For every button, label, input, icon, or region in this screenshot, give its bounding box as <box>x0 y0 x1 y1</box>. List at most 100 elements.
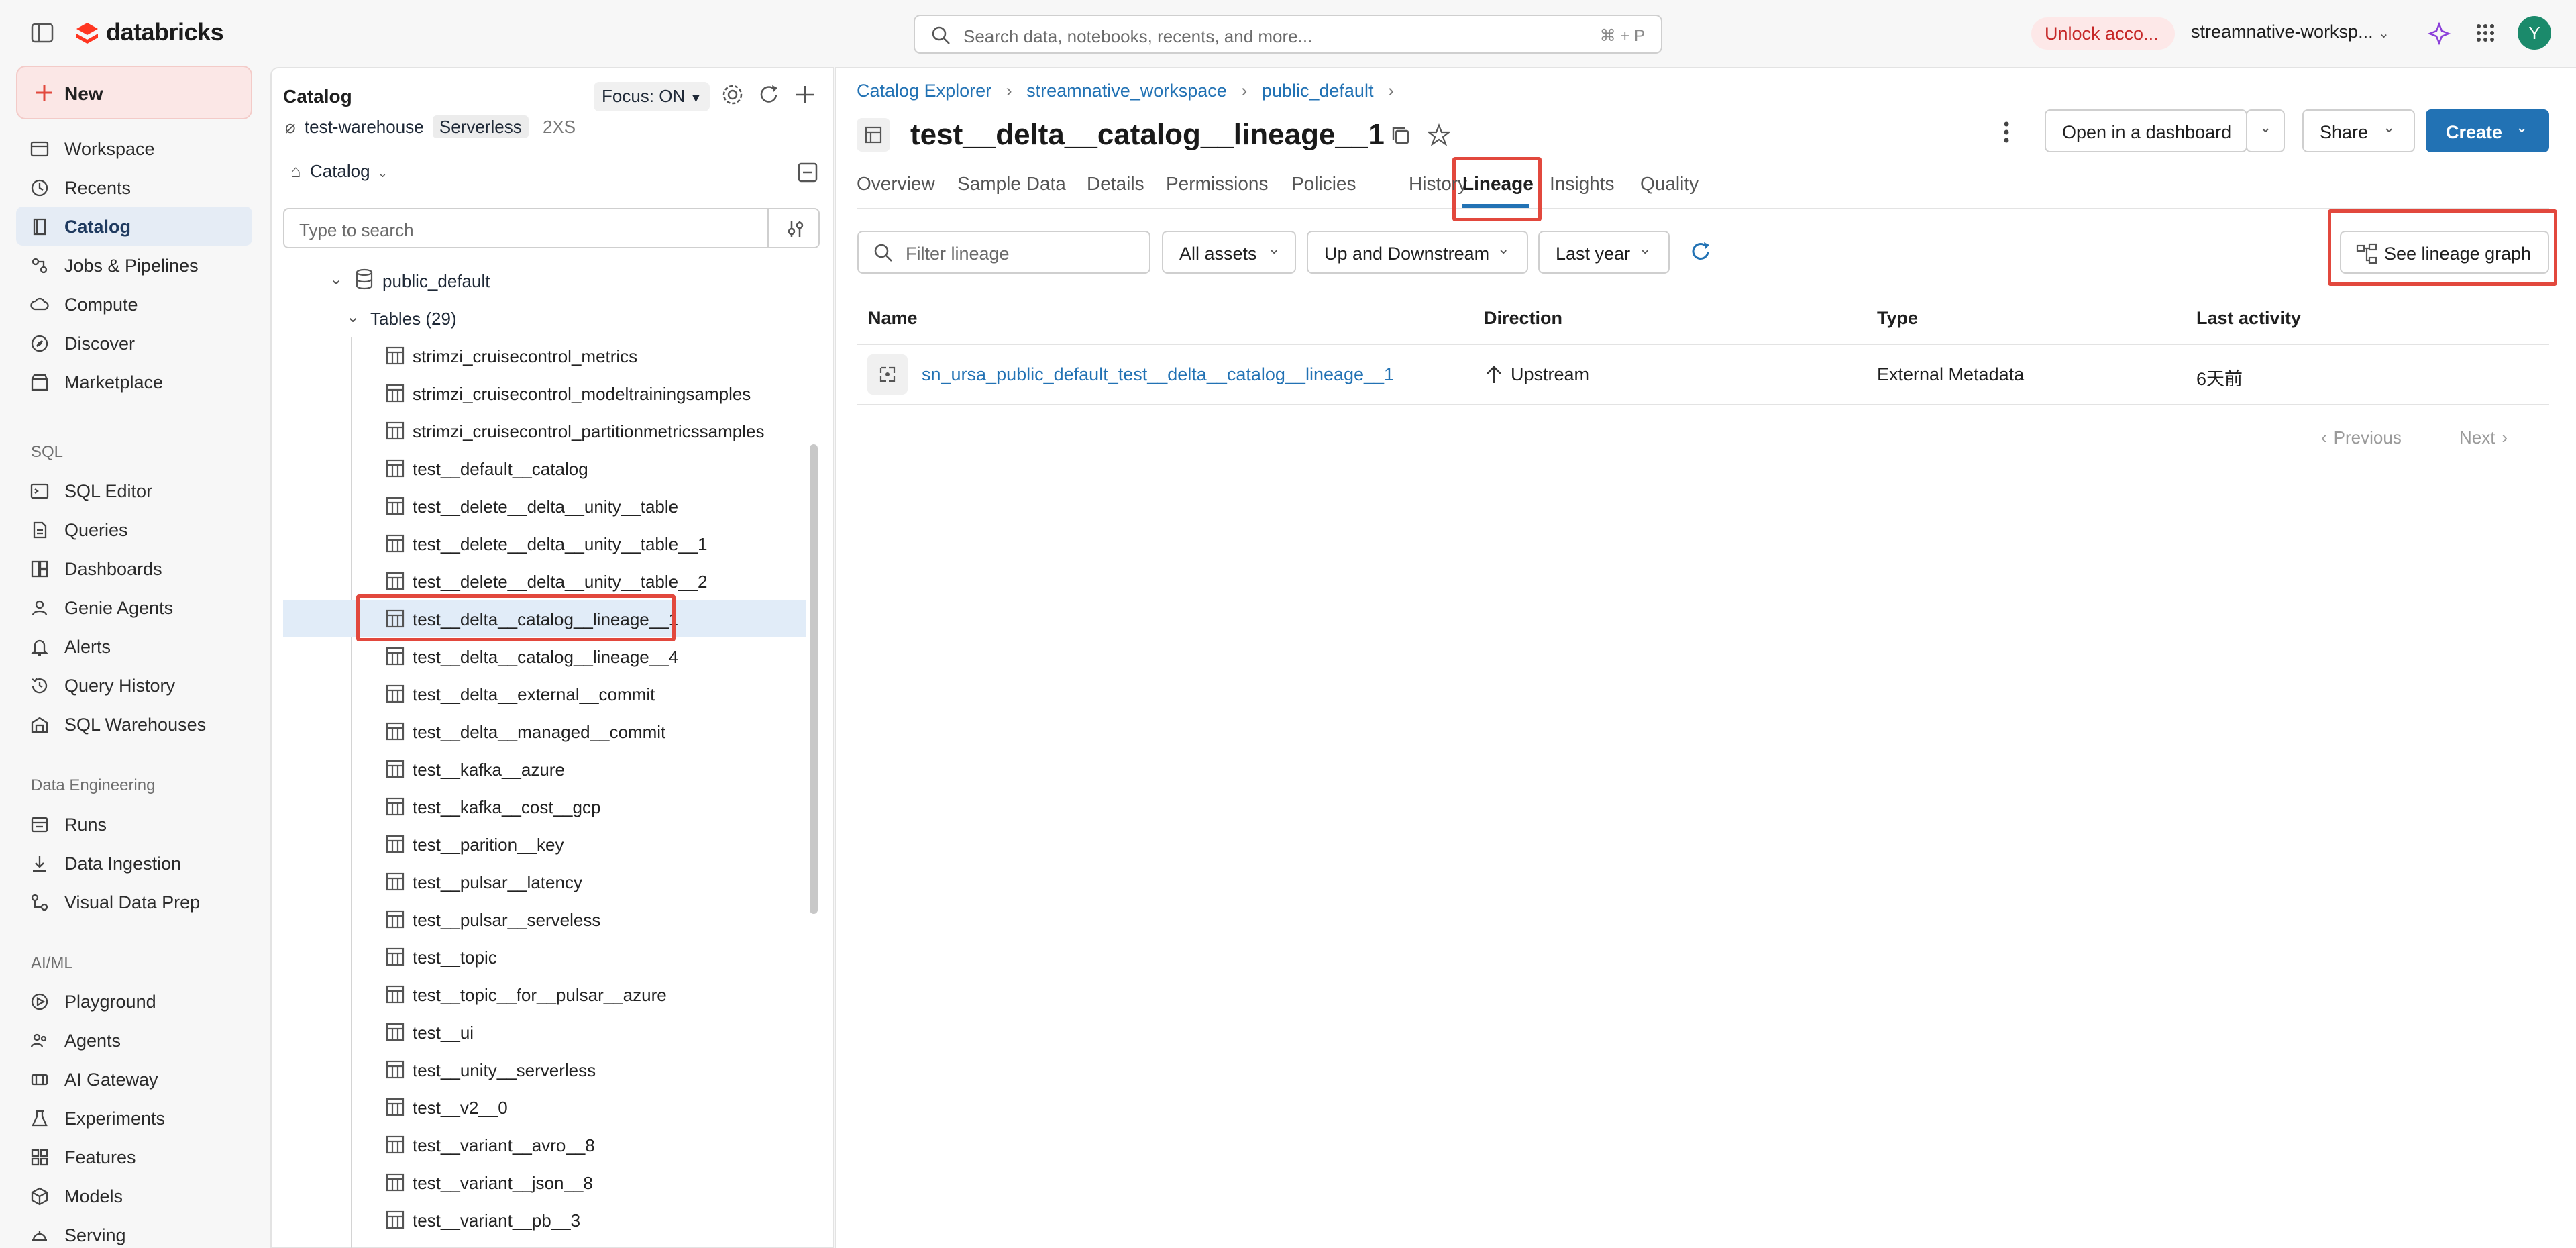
sidebar-item-workspace[interactable]: Workspace <box>16 129 252 168</box>
table-row[interactable]: test__delta__catalog__lineage__4 <box>352 637 808 675</box>
collapse-all-icon[interactable] <box>798 162 818 183</box>
open-in-dashboard-button[interactable]: Open in a dashboard <box>2045 109 2247 152</box>
global-search-input[interactable]: Search data, notebooks, recents, and mor… <box>914 15 1662 54</box>
add-icon[interactable] <box>794 83 816 106</box>
table-row[interactable]: test__topic <box>352 938 808 976</box>
sidebar-item-agents[interactable]: Agents <box>16 1021 252 1059</box>
table-row[interactable]: test__variant__avro__8 <box>352 1126 808 1163</box>
create-button[interactable]: Create ⌄ <box>2426 109 2549 152</box>
sidebar-item-catalog[interactable]: Catalog <box>16 207 252 246</box>
workspace-switcher[interactable]: streamnative-worksp... ⌄ <box>2191 21 2390 42</box>
sidebar-item-marketplace[interactable]: Marketplace <box>16 362 252 401</box>
table-row[interactable]: test__pulsar__serveless <box>352 900 808 938</box>
tab-permissions[interactable]: Permissions <box>1166 173 1268 195</box>
sidebar-item-runs[interactable]: Runs <box>16 804 252 843</box>
sidebar-item-data-ingestion[interactable]: Data Ingestion <box>16 843 252 882</box>
sidebar-item-jobs-pipelines[interactable]: Jobs & Pipelines <box>16 246 252 284</box>
tab-overview[interactable]: Overview <box>857 173 935 195</box>
tab-history[interactable]: History <box>1409 173 1467 195</box>
table-row[interactable]: test__default__catalog <box>352 450 808 487</box>
direction-dropdown[interactable]: Up and Downstream ⌄ <box>1307 231 1528 274</box>
table-row[interactable]: test__pulsar__latency <box>352 863 808 900</box>
tab-quality[interactable]: Quality <box>1640 173 1699 195</box>
lineage-entity-link[interactable]: sn_ursa_public_default_test__delta__cata… <box>922 364 1394 385</box>
all-assets-dropdown[interactable]: All assets ⌄ <box>1162 231 1296 274</box>
gear-icon[interactable] <box>721 83 744 106</box>
kebab-menu-icon[interactable] <box>2002 119 2011 145</box>
logo-text[interactable]: databricks <box>106 18 224 46</box>
focus-toggle[interactable]: Focus: ON ▼ <box>594 82 710 111</box>
breadcrumb-item-catalog-explorer[interactable]: Catalog Explorer <box>857 81 991 101</box>
column-header-name[interactable]: Name <box>868 308 918 329</box>
sidebar-item-ai-gateway[interactable]: AI Gateway <box>16 1059 252 1098</box>
column-header-type[interactable]: Type <box>1877 308 1918 329</box>
sidebar-item-dashboards[interactable]: Dashboards <box>16 549 252 588</box>
table-row[interactable]: test__delete__delta__unity__table__1 <box>352 525 808 562</box>
breadcrumb-item-workspace[interactable]: streamnative_workspace <box>1026 81 1227 101</box>
sidebar-item-genie-agents[interactable]: Genie Agents <box>16 588 252 627</box>
table-row[interactable]: test__parition__key <box>352 825 808 863</box>
sidebar-item-features[interactable]: Features <box>16 1137 252 1176</box>
table-row[interactable]: test__variant__json__8 <box>352 1163 808 1201</box>
open-dashboard-dropdown-button[interactable]: ⌄ <box>2246 109 2285 152</box>
tab-lineage[interactable]: Lineage <box>1462 173 1534 195</box>
apps-grid-icon[interactable] <box>2475 23 2496 43</box>
share-button[interactable]: Share ⌄ <box>2302 109 2415 152</box>
table-row[interactable]: test__v2__0 <box>352 1088 808 1126</box>
table-row[interactable]: test__variant__pb__3 <box>352 1201 808 1239</box>
table-row[interactable]: strimzi_cruisecontrol_partitionmetricssa… <box>352 412 808 450</box>
pagination-next[interactable]: Next › <box>2459 427 2508 448</box>
sidebar-item-query-history[interactable]: Query History <box>16 666 252 705</box>
table-row[interactable]: test__ui <box>352 1013 808 1051</box>
column-header-last-activity[interactable]: Last activity <box>2196 308 2301 329</box>
sidebar-toggle-icon[interactable] <box>31 23 54 43</box>
sidebar-item-experiments[interactable]: Experiments <box>16 1098 252 1137</box>
tab-sample-data[interactable]: Sample Data <box>957 173 1066 195</box>
table-row[interactable]: test__unity__serverless <box>352 1051 808 1088</box>
sidebar-item-discover[interactable]: Discover <box>16 323 252 362</box>
catalog-type-dropdown[interactable]: ⌂ Catalog ⌄ <box>290 161 388 182</box>
assistant-icon[interactable] <box>2427 21 2451 46</box>
refresh-icon[interactable] <box>757 83 780 106</box>
gateway-icon <box>30 1070 50 1090</box>
catalog-panel-title: Catalog <box>283 86 352 107</box>
new-button[interactable]: New <box>16 66 252 119</box>
sidebar-item-models[interactable]: Models <box>16 1176 252 1215</box>
sidebar-item-queries[interactable]: Queries <box>16 510 252 549</box>
table-name: test__delete__delta__unity__table__1 <box>413 534 708 554</box>
filter-lineage-input[interactable]: Filter lineage <box>857 231 1150 274</box>
tree-scrollbar[interactable] <box>810 444 818 914</box>
sidebar-item-visual-data-prep[interactable]: Visual Data Prep <box>16 882 252 921</box>
pagination-previous[interactable]: ‹ Previous <box>2321 427 2402 448</box>
catalog-search-input[interactable]: Type to search <box>283 208 820 248</box>
table-row[interactable]: strimzi_cruisecontrol_modeltrainingsampl… <box>352 374 808 412</box>
sidebar-item-sql-warehouses[interactable]: SQL Warehouses <box>16 705 252 743</box>
copy-icon[interactable] <box>1390 125 1411 146</box>
sidebar-item-playground[interactable]: Playground <box>16 982 252 1021</box>
databricks-logo-icon[interactable] <box>74 20 101 47</box>
table-row[interactable]: strimzi_cruisecontrol_metrics <box>352 337 808 374</box>
sidebar-item-sql-editor[interactable]: SQL Editor <box>16 471 252 510</box>
table-row[interactable]: test__delta__external__commit <box>352 675 808 713</box>
column-header-direction[interactable]: Direction <box>1484 308 1562 329</box>
table-row[interactable]: test__kafka__cost__gcp <box>352 788 808 825</box>
favorite-star-icon[interactable] <box>1428 123 1450 146</box>
sidebar-item-alerts[interactable]: Alerts <box>16 627 252 666</box>
tab-details[interactable]: Details <box>1087 173 1144 195</box>
time-range-dropdown[interactable]: Last year ⌄ <box>1538 231 1670 274</box>
avatar[interactable]: Y <box>2518 16 2551 50</box>
tab-insights[interactable]: Insights <box>1550 173 1615 195</box>
breadcrumb-item-schema[interactable]: public_default <box>1262 81 1374 101</box>
sidebar-item-serving[interactable]: Serving <box>16 1215 252 1248</box>
refresh-icon[interactable] <box>1689 240 1712 263</box>
tab-policies[interactable]: Policies <box>1291 173 1356 195</box>
table-row[interactable]: test__delete__delta__unity__table <box>352 487 808 525</box>
filter-settings-icon[interactable] <box>785 218 806 240</box>
sidebar-item-compute[interactable]: Compute <box>16 284 252 323</box>
unlock-account-badge[interactable]: Unlock acco... <box>2031 17 2175 50</box>
table-row[interactable]: test__topic__for__pulsar__azure <box>352 976 808 1013</box>
table-row[interactable]: test__kafka__azure <box>352 750 808 788</box>
table-row[interactable]: test__delta__managed__commit <box>352 713 808 750</box>
sidebar-item-recents[interactable]: Recents <box>16 168 252 207</box>
warehouse-selector[interactable]: ⌀ test-warehouse Serverless 2XS <box>285 115 576 146</box>
